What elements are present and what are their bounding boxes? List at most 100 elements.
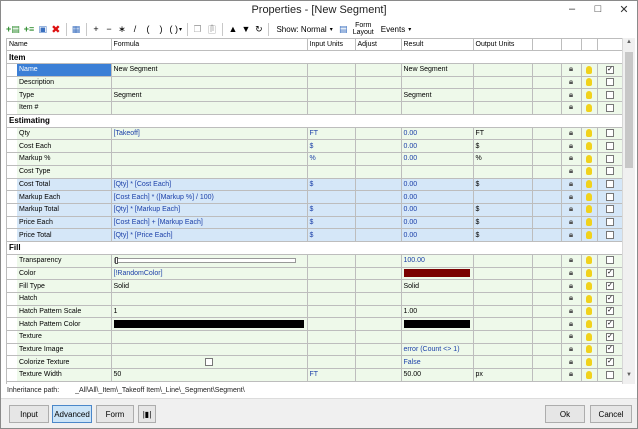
lock-icon[interactable]: 🔒︎ [567,293,576,302]
row-checkbox-cell[interactable] [597,101,622,115]
form-layout-button[interactable]: Form Layout [350,22,377,37]
lightbulb-icon[interactable] [586,141,592,150]
lock-icon[interactable]: 🔒︎ [567,153,576,162]
row-bulb-cell[interactable] [581,190,598,204]
input-button[interactable]: Input [9,405,49,423]
property-input-units[interactable] [307,165,356,179]
property-adjust[interactable] [355,190,402,204]
copy-icon[interactable]: ❐ [191,22,204,37]
lock-icon[interactable]: 🔒︎ [567,217,576,226]
property-formula[interactable]: [Cost Each] + [Markup Each] [111,216,308,230]
row-lock-cell[interactable]: 🔒︎ [561,88,582,103]
row-bulb-cell[interactable] [581,355,598,370]
lightbulb-icon[interactable] [586,256,592,265]
property-adjust[interactable] [355,165,402,179]
checked-checkbox[interactable]: ✓ [606,294,614,303]
property-input-units[interactable]: $ [307,178,356,192]
row-checkbox-cell[interactable] [597,190,622,204]
property-name[interactable]: Transparency [17,254,112,268]
row-lock-cell[interactable]: 🔒︎ [561,216,582,230]
property-formula[interactable] [111,292,308,306]
lightbulb-icon[interactable] [586,345,592,354]
row-bulb-cell[interactable] [581,216,598,230]
lightbulb-icon[interactable] [586,281,592,290]
row-checkbox-cell[interactable]: ✓ [597,343,622,357]
lock-icon[interactable]: 🔒︎ [567,102,576,111]
property-formula[interactable] [111,101,308,115]
property-formula[interactable]: [Takeoff] [111,127,308,141]
column-header-name[interactable]: Name [7,39,112,51]
row-lock-cell[interactable]: 🔒︎ [561,228,582,242]
property-adjust[interactable] [355,228,402,242]
checked-checkbox[interactable]: ✓ [606,357,614,366]
property-formula[interactable]: New Segment [111,63,308,77]
property-adjust[interactable] [355,178,402,192]
property-formula[interactable]: Solid [111,279,308,293]
divide-operator-button[interactable]: / [129,22,142,37]
lightbulb-icon[interactable] [586,332,592,341]
column-header-input-units[interactable]: Input Units [307,39,356,51]
property-input-units[interactable] [307,317,356,332]
cancel-button[interactable]: Cancel [590,405,632,423]
property-formula[interactable] [111,343,308,357]
row-lock-cell[interactable]: 🔒︎ [561,330,582,344]
lock-icon[interactable]: 🔒︎ [567,204,576,213]
property-input-units[interactable]: $ [307,139,356,154]
property-input-units[interactable] [307,76,356,90]
property-name[interactable]: Texture Image [17,343,112,357]
column-header-result[interactable]: Result [401,39,474,51]
row-lock-cell[interactable]: 🔒︎ [561,254,582,268]
property-formula[interactable] [111,76,308,90]
property-name[interactable]: Cost Type [17,165,112,179]
grid-view-icon[interactable]: ▦ [70,22,83,37]
property-name[interactable]: Cost Each [17,139,112,154]
property-formula[interactable] [111,139,308,154]
section-header-fill[interactable]: Fill [7,241,622,255]
lightbulb-icon[interactable] [586,218,592,227]
lock-icon[interactable]: 🔒︎ [567,166,576,175]
unchecked-checkbox[interactable] [606,141,614,150]
table-row[interactable]: Markup Each [Cost Each] * ([Markup %] / 1… [7,190,622,204]
left-paren-button[interactable]: ( [142,22,155,37]
row-lock-cell[interactable]: 🔒︎ [561,343,582,357]
row-checkbox-cell[interactable] [597,127,622,141]
lightbulb-icon[interactable] [586,154,592,163]
row-bulb-cell[interactable] [581,330,598,344]
row-checkbox-cell[interactable]: ✓ [597,267,622,281]
property-input-units[interactable] [307,355,356,370]
row-bulb-cell[interactable] [581,152,598,166]
property-input-units[interactable]: % [307,152,356,166]
row-checkbox-cell[interactable] [597,76,622,90]
table-row[interactable]: Hatch Pattern Color 🔒︎ ✓ [7,317,622,332]
lightbulb-icon[interactable] [586,230,592,239]
property-adjust[interactable] [355,203,402,217]
unchecked-checkbox[interactable] [606,90,614,99]
checked-checkbox[interactable]: ✓ [606,281,614,290]
property-name[interactable]: Texture Width [17,368,112,382]
row-bulb-cell[interactable] [581,63,598,77]
lock-icon[interactable]: 🔒︎ [567,179,576,188]
table-row[interactable]: Type Segment Segment 🔒︎ [7,88,622,103]
table-row[interactable]: Transparency 100.00 🔒︎ [7,254,622,268]
table-row[interactable]: Qty [Takeoff] FT 0.00 FT 🔒︎ [7,127,622,141]
property-name[interactable]: Color [17,267,112,281]
paste-icon[interactable]: 📋︎ [204,22,219,37]
lightbulb-icon[interactable] [586,307,592,316]
row-checkbox-cell[interactable] [597,88,622,103]
row-lock-cell[interactable]: 🔒︎ [561,267,582,281]
property-adjust[interactable] [355,305,402,319]
row-lock-cell[interactable]: 🔒︎ [561,63,582,77]
row-bulb-cell[interactable] [581,139,598,154]
checked-checkbox[interactable]: ✓ [606,345,614,354]
split-view-icon[interactable]: |▮| [138,405,156,423]
lightbulb-icon[interactable] [586,319,592,328]
advanced-button[interactable]: Advanced [52,405,92,423]
property-input-units[interactable] [307,305,356,319]
property-formula[interactable] [111,330,308,344]
row-bulb-cell[interactable] [581,178,598,192]
lightbulb-icon[interactable] [586,103,592,112]
lock-icon[interactable]: 🔒︎ [567,319,576,328]
table-row[interactable]: Price Each [Cost Each] + [Markup Each] $0.… [7,216,622,230]
multiply-operator-button[interactable]: ∗ [116,22,129,37]
move-down-icon[interactable]: ▼ [239,22,252,37]
